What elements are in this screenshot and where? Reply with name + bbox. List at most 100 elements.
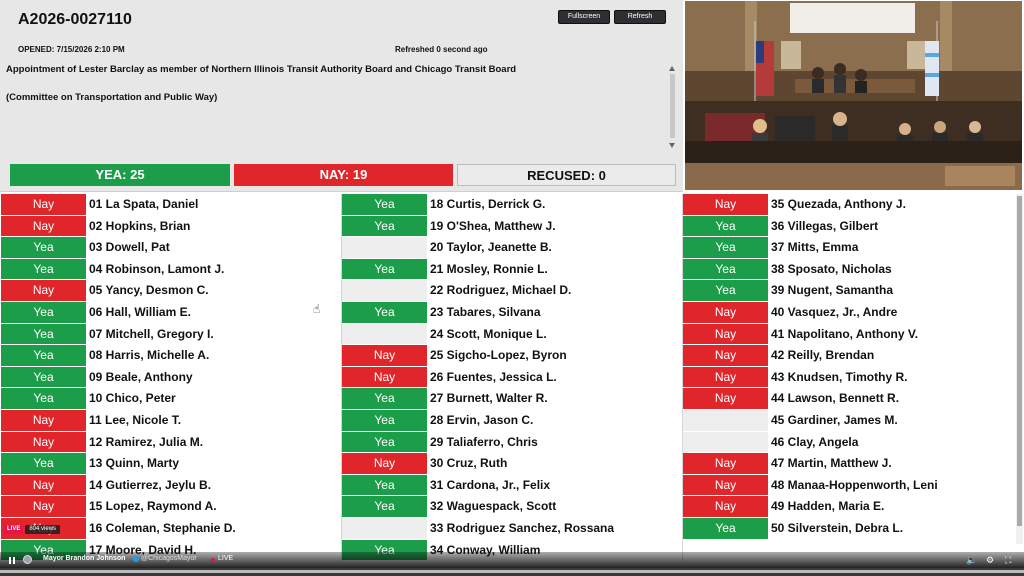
fullscreen-button[interactable]: Fullscreen bbox=[558, 10, 610, 24]
gear-icon[interactable]: ⚙ bbox=[986, 555, 994, 565]
member-row: Nay 26 Fuentes, Jessica L. bbox=[342, 366, 682, 389]
channel-avatar[interactable] bbox=[23, 555, 32, 564]
vote-cell: Nay bbox=[1, 409, 86, 431]
committee-name: (Committee on Transportation and Public … bbox=[6, 92, 218, 103]
member-name: 08 Harris, Michelle A. bbox=[89, 348, 210, 363]
channel-name[interactable]: Mayor Brandon Johnson bbox=[43, 555, 125, 562]
opened-timestamp: OPENED: 7/15/2026 2:10 PM bbox=[18, 45, 125, 54]
fullscreen-icon[interactable]: ⛶ bbox=[1005, 555, 1011, 565]
member-name: 05 Yancy, Desmon C. bbox=[89, 283, 209, 298]
member-row: Nay 48 Manaa-Hoppenworth, Leni bbox=[683, 474, 1023, 497]
member-name: 18 Curtis, Derrick G. bbox=[430, 197, 546, 211]
member-name: 46 Clay, Angela bbox=[771, 434, 859, 449]
roll-call-column-2: Yea 18 Curtis, Derrick G. Yea 19 O'Shea, Ma… bbox=[342, 194, 682, 562]
council-chamber-image bbox=[685, 1, 1022, 190]
vote-cell: Yea bbox=[1, 366, 86, 388]
member-row: Yea 09 Beale, Anthony bbox=[1, 366, 341, 389]
scroll-down-arrow-icon[interactable] bbox=[669, 143, 675, 148]
member-row: Yea 13 Quinn, Marty bbox=[1, 453, 341, 475]
member-row: Yea 08 Harris, Michelle A. bbox=[1, 345, 341, 367]
member-name: 26 Fuentes, Jessica L. bbox=[430, 369, 557, 384]
member-name: 03 Dowell, Pat bbox=[89, 240, 170, 255]
member-name: 15 Lopez, Raymond A. bbox=[89, 499, 217, 514]
member-row: Yea 27 Burnett, Walter R. bbox=[342, 388, 682, 410]
vote-cell: Nay bbox=[683, 345, 768, 366]
video-feed[interactable] bbox=[685, 1, 1022, 190]
member-name: 14 Gutierrez, Jeylu B. bbox=[89, 477, 212, 492]
member-row: Yea 39 Nugent, Samantha bbox=[683, 280, 1023, 302]
matter-id: A2026-0027110 bbox=[18, 11, 132, 28]
vote-cell: Nay bbox=[683, 194, 768, 215]
vote-cell bbox=[683, 431, 768, 453]
vote-cell: Yea bbox=[683, 237, 768, 258]
scroll-thumb[interactable] bbox=[670, 74, 675, 138]
vote-cell: Nay bbox=[342, 366, 427, 388]
vote-cell: Yea bbox=[683, 517, 768, 539]
member-row: Nay 12 Ramirez, Julia M. bbox=[1, 431, 341, 454]
recused-tally: RECUSED: 0 bbox=[457, 164, 676, 186]
vote-cell: Yea bbox=[1, 301, 86, 323]
member-name: 47 Martin, Matthew J. bbox=[771, 456, 892, 471]
member-row: Nay 30 Cruz, Ruth bbox=[342, 453, 682, 475]
member-row: Yea 19 O'Shea, Matthew J. bbox=[342, 215, 682, 238]
member-name: 23 Tabares, Silvana bbox=[430, 304, 541, 319]
vote-cell: Yea bbox=[342, 215, 427, 237]
vote-cell: Yea bbox=[342, 431, 427, 453]
refresh-status: Refreshed 0 second ago bbox=[395, 45, 488, 54]
vote-cell: Nay bbox=[342, 345, 427, 366]
member-row: Nay 40 Vasquez, Jr., Andre bbox=[683, 301, 1023, 324]
member-row: Yea 18 Curtis, Derrick G. bbox=[342, 194, 682, 216]
roll-call-app: A2026-0027110 Fullscreen Refresh OPENED:… bbox=[0, 0, 1024, 576]
vote-cell: Yea bbox=[342, 409, 427, 431]
member-row: Yea 06 Hall, William E. bbox=[1, 301, 341, 324]
pause-icon[interactable] bbox=[9, 557, 15, 564]
member-name: 48 Manaa-Hoppenworth, Leni bbox=[771, 477, 938, 492]
member-name: 35 Quezada, Anthony J. bbox=[771, 197, 906, 211]
member-row: Yea 21 Mosley, Ronnie L. bbox=[342, 258, 682, 281]
live-indicator[interactable]: LIVE bbox=[218, 555, 233, 562]
progress-bar[interactable] bbox=[0, 568, 1024, 576]
member-name: 22 Rodriguez, Michael D. bbox=[430, 283, 572, 298]
scroll-up-arrow-icon[interactable] bbox=[669, 66, 675, 71]
vote-cell: Yea bbox=[1, 323, 86, 345]
member-name: 21 Mosley, Ronnie L. bbox=[430, 261, 548, 276]
vote-cell: Yea bbox=[342, 258, 427, 280]
vote-cell: Yea bbox=[1, 388, 86, 409]
member-row: Nay 11 Lee, Nicole T. bbox=[1, 409, 341, 432]
vote-cell: Yea bbox=[683, 280, 768, 301]
member-name: 50 Silverstein, Debra L. bbox=[771, 520, 904, 535]
vote-cell: Nay bbox=[683, 366, 768, 388]
member-row: Nay 05 Yancy, Desmon C. bbox=[1, 280, 341, 302]
matter-title: Appointment of Lester Barclay as member … bbox=[6, 64, 517, 75]
channel-handle[interactable]: @ChicagosMayor bbox=[141, 555, 197, 562]
member-name: 45 Gardiner, James M. bbox=[771, 412, 898, 427]
member-row: Nay 41 Napolitano, Anthony V. bbox=[683, 323, 1023, 346]
member-row: Yea 29 Taliaferro, Chris bbox=[342, 431, 682, 454]
vote-cell: Nay bbox=[1, 194, 86, 215]
member-name: 44 Lawson, Bennett R. bbox=[771, 391, 900, 406]
vote-cell bbox=[683, 409, 768, 431]
member-name: 06 Hall, William E. bbox=[89, 304, 191, 319]
vote-cell: Nay bbox=[683, 323, 768, 345]
volume-icon[interactable]: 🔈 bbox=[966, 555, 977, 565]
page-scroll-thumb[interactable] bbox=[1017, 196, 1022, 526]
member-row: Yea 36 Villegas, Gilbert bbox=[683, 215, 1023, 238]
member-name: 42 Reilly, Brendan bbox=[771, 348, 875, 363]
live-dot-icon bbox=[211, 558, 215, 562]
member-name: 13 Quinn, Marty bbox=[89, 456, 180, 471]
vote-cell: Nay bbox=[342, 453, 427, 474]
vote-cell: Nay bbox=[1, 280, 86, 301]
member-row: 45 Gardiner, James M. bbox=[683, 409, 1023, 432]
member-row: Nay 35 Quezada, Anthony J. bbox=[683, 194, 1023, 216]
member-name: 09 Beale, Anthony bbox=[89, 369, 193, 384]
member-name: 01 La Spata, Daniel bbox=[89, 197, 199, 211]
member-name: 12 Ramirez, Julia M. bbox=[89, 434, 204, 449]
page-scrollbar[interactable] bbox=[1016, 194, 1023, 544]
refresh-button[interactable]: Refresh bbox=[614, 10, 666, 24]
vote-cell: Yea bbox=[1, 258, 86, 280]
nay-tally: NAY: 19 bbox=[234, 164, 453, 186]
member-name: 36 Villegas, Gilbert bbox=[771, 218, 879, 233]
member-row: Yea 32 Waguespack, Scott bbox=[342, 496, 682, 518]
member-name: 16 Coleman, Stephanie D. bbox=[89, 520, 236, 535]
description-scrollbar[interactable] bbox=[668, 64, 678, 150]
